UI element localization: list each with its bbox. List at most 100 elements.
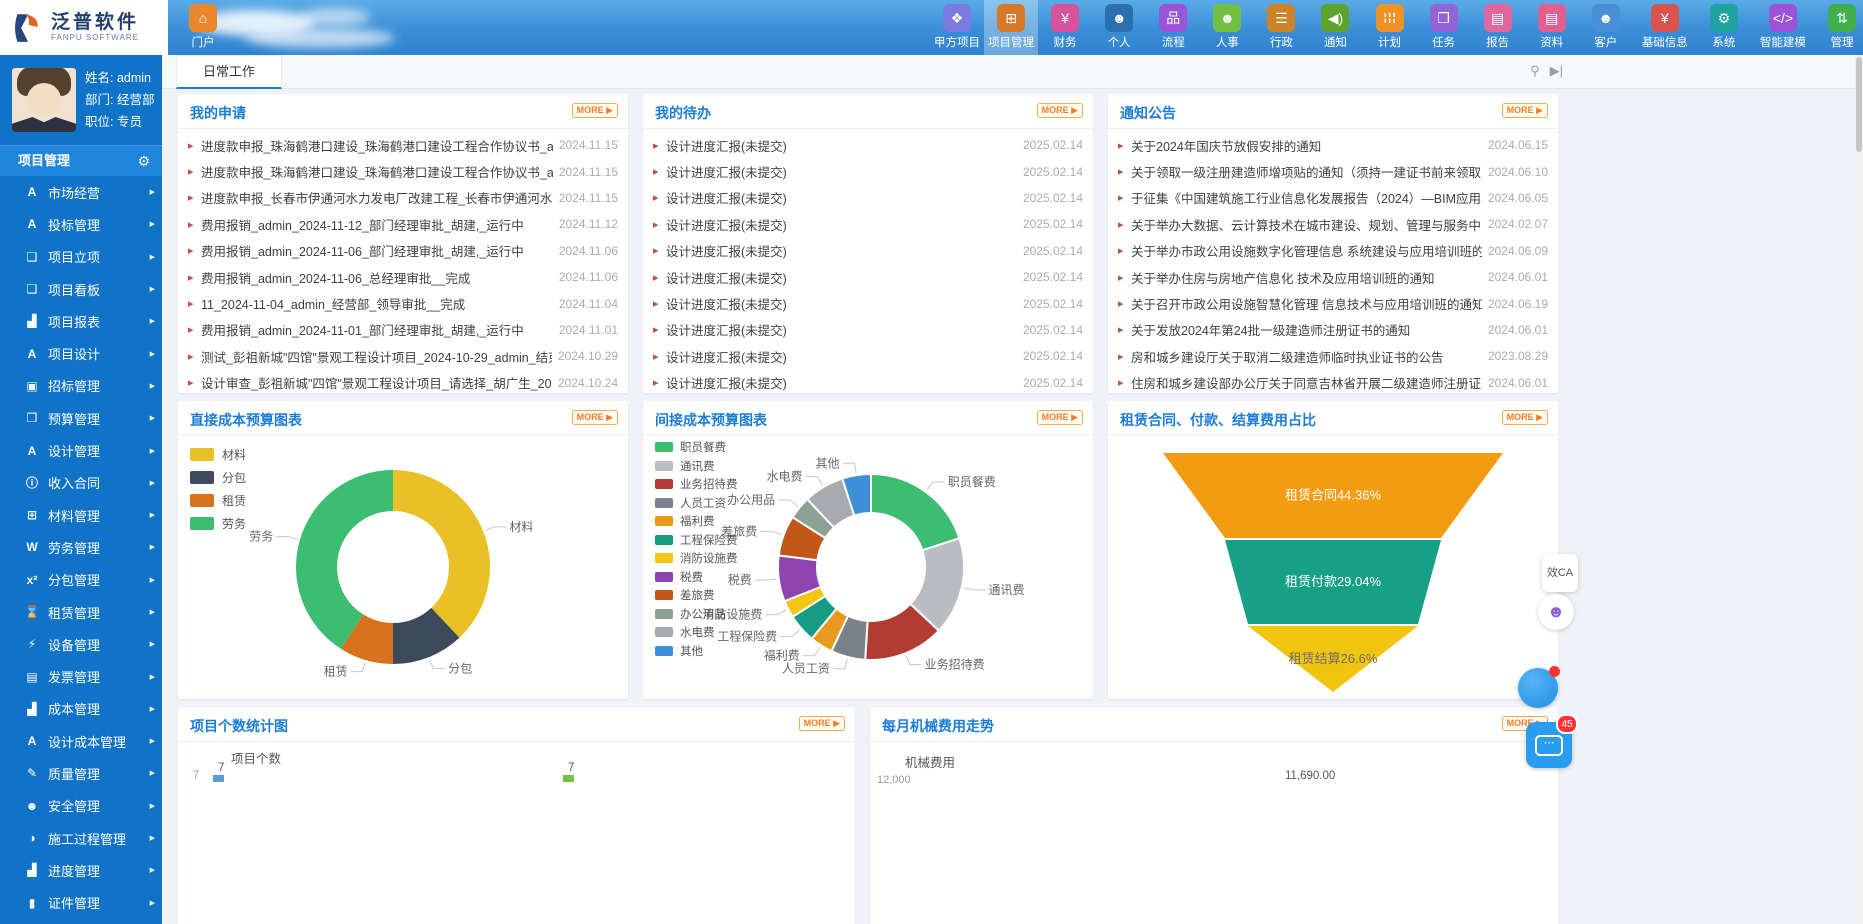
sidebar-item-bidding[interactable]: A投标管理▶ (0, 208, 162, 240)
todo-row[interactable]: ▸设计进度汇报(未提交)2025.02.14 (653, 343, 1083, 369)
topnav-item-management[interactable]: ⇅管理 (1815, 0, 1863, 55)
expand-icon[interactable]: ▶| (1550, 63, 1563, 79)
more-button[interactable]: MORE ▶ (1502, 103, 1548, 118)
legend-item[interactable]: 材料 (190, 443, 246, 466)
todo-row[interactable]: ▸设计进度汇报(未提交)2025.02.14 (653, 158, 1083, 184)
request-row[interactable]: ▸费用报销_admin_2024-11-12_部门经理审批_胡建,_运行中202… (188, 211, 618, 237)
todo-row[interactable]: ▸设计进度汇报(未提交)2025.02.14 (653, 211, 1083, 237)
more-button[interactable]: MORE ▶ (1037, 410, 1083, 425)
legend-item[interactable]: 差旅费 (655, 586, 738, 605)
more-button[interactable]: MORE ▶ (799, 716, 845, 731)
tab-daily-work[interactable]: 日常工作 (176, 55, 282, 89)
legend-item[interactable]: 人员工资 (655, 494, 738, 513)
notice-row[interactable]: ▸房和城乡建设厅关于取消二级建造师临时执业证书的公告2023.08.29 (1118, 343, 1548, 369)
sidebar-item-project-design[interactable]: A项目设计▶ (0, 337, 162, 369)
more-button[interactable]: MORE ▶ (572, 410, 618, 425)
topnav-item-report[interactable]: ▤报告 (1471, 0, 1525, 55)
notice-row[interactable]: ▸关于召开市政公用设施智慧化管理 信息技术与应用培训班的通知2024.06.19 (1118, 290, 1548, 316)
sidebar-item-invoice[interactable]: ▤发票管理▶ (0, 660, 162, 692)
notice-row[interactable]: ▸关于举办市政公用设施数字化管理信息 系统建设与应用培训班的通知2024.06.… (1118, 238, 1548, 264)
topnav-item-workflow[interactable]: 品流程 (1146, 0, 1200, 55)
sidebar-item-schedule-chart[interactable]: ▟进度管理▶ (0, 854, 162, 886)
request-row[interactable]: ▸设计审查_彭祖新城"四馆"景观工程设计项目_请选择_胡广生_2024-10-2… (188, 370, 618, 396)
sidebar-item-project-initiation[interactable]: ❑项目立项▶ (0, 241, 162, 273)
contact-widget[interactable] (1518, 668, 1558, 708)
sidebar-item-certificate-badge[interactable]: ▮证件管理▶ (0, 887, 162, 919)
more-button[interactable]: MORE ▶ (572, 103, 618, 118)
legend-item[interactable]: 其他 (655, 642, 738, 661)
topnav-item-project-management[interactable]: ⊞项目管理 (984, 0, 1038, 55)
scrollbar-thumb[interactable] (1856, 57, 1862, 152)
ca-widget[interactable]: 效CA (1542, 554, 1578, 592)
sidebar-item-subcontract[interactable]: x²分包管理▶ (0, 564, 162, 596)
sidebar-item-project-board[interactable]: ❑项目看板▶ (0, 273, 162, 305)
request-row[interactable]: ▸进度款申报_珠海鹤港口建设_珠海鹤港口建设工程合作协议书_admin_...2… (188, 132, 618, 158)
legend-item[interactable]: 消防设施费 (655, 549, 738, 568)
sidebar-item-budget[interactable]: ❒预算管理▶ (0, 402, 162, 434)
sidebar-item-tender[interactable]: ▣招标管理▶ (0, 370, 162, 402)
sidebar-item-materials-cart[interactable]: ⊞材料管理▶ (0, 499, 162, 531)
todo-row[interactable]: ▸设计进度汇报(未提交)2025.02.14 (653, 185, 1083, 211)
avatar[interactable] (12, 68, 76, 132)
sidebar-item-equipment-plug[interactable]: ⚡设备管理▶ (0, 628, 162, 660)
legend-item[interactable]: 办公用品 (655, 605, 738, 624)
topnav-item-documents[interactable]: ▤资料 (1525, 0, 1579, 55)
request-row[interactable]: ▸费用报销_admin_2024-11-06_部门经理审批_胡建,_运行中202… (188, 238, 618, 264)
topnav-item-system-gear[interactable]: ⚙系统 (1697, 0, 1751, 55)
topnav-item-hr[interactable]: ☻人事 (1200, 0, 1254, 55)
legend-item[interactable]: 水电费 (655, 623, 738, 642)
request-row[interactable]: ▸费用报销_admin_2024-11-06_总经理审批__完成2024.11.… (188, 264, 618, 290)
request-row[interactable]: ▸进度款申报_珠海鹤港口建设_珠海鹤港口建设工程合作协议书_admin_...2… (188, 158, 618, 184)
topnav-item-smart-modeling[interactable]: </>智能建模 (1751, 0, 1815, 55)
more-button[interactable]: MORE ▶ (1502, 410, 1548, 425)
more-button[interactable]: MORE ▶ (1037, 103, 1083, 118)
legend-item[interactable]: 劳务 (190, 512, 246, 535)
topnav-item-speaker[interactable]: ◀)通知 (1308, 0, 1362, 55)
sidebar-item-design-cost[interactable]: A设计成本管理▶ (0, 725, 162, 757)
topnav-item-customer[interactable]: ☻客户 (1579, 0, 1633, 55)
legend-item[interactable]: 税费 (655, 568, 738, 587)
legend-item[interactable]: 工程保险费 (655, 531, 738, 550)
sidebar-item-safety[interactable]: ☻安全管理▶ (0, 790, 162, 822)
notice-row[interactable]: ▸关于举办住房与房地产信息化 技术及应用培训班的通知2024.06.01 (1118, 264, 1548, 290)
notice-row[interactable]: ▸关于领取一级注册建造师增项贴的通知（须持一建证书前来领取）2024.06.10 (1118, 158, 1548, 184)
topnav-item-admin-affairs[interactable]: ☰行政 (1254, 0, 1308, 55)
todo-row[interactable]: ▸设计进度汇报(未提交)2025.02.14 (653, 132, 1083, 158)
sidebar-item-quality-pencil[interactable]: ✎质量管理▶ (0, 757, 162, 789)
topnav-item-client-projects[interactable]: ❖甲方项目 (930, 0, 984, 55)
notice-row[interactable]: ▸关于发放2024年第24批一级建造师注册证书的通知2024.06.01 (1118, 317, 1548, 343)
sidebar-item-cost-chart[interactable]: ▟成本管理▶ (0, 693, 162, 725)
notice-row[interactable]: ▸于征集《中国建筑施工行业信息化发展报告（2024）—BIM应用与发展》材料..… (1118, 185, 1548, 211)
notice-row[interactable]: ▸关于举办大数据、云计算技术在城市建设、规划、管理与服务中的应用培训班...20… (1118, 211, 1548, 237)
emoji-service-widget[interactable]: ☻ (1538, 594, 1574, 630)
legend-item[interactable]: 福利费 (655, 512, 738, 531)
settings-gear-icon[interactable]: ⚙ (137, 146, 150, 176)
request-row[interactable]: ▸11_2024-11-04_admin_经营部_领导审批__完成2024.11… (188, 290, 618, 316)
sidebar-item-construction-process[interactable]: ◑施工过程管理▶ (0, 822, 162, 854)
todo-row[interactable]: ▸设计进度汇报(未提交)2025.02.14 (653, 238, 1083, 264)
request-row[interactable]: ▸进度款申报_长春市伊通河水力发电厂改建工程_长春市伊通河水力发电...2024… (188, 185, 618, 211)
legend-item[interactable]: 分包 (190, 466, 246, 489)
sidebar-item-labor[interactable]: W劳务管理▶ (0, 531, 162, 563)
topnav-item-portal[interactable]: ⌂门户 (176, 0, 230, 55)
topnav-item-base-info[interactable]: ¥基础信息 (1633, 0, 1697, 55)
sidebar-item-income-contract[interactable]: ⓘ收入合同▶ (0, 467, 162, 499)
todo-row[interactable]: ▸设计进度汇报(未提交)2025.02.14 (653, 317, 1083, 343)
legend-item[interactable]: 租赁 (190, 489, 246, 512)
todo-row[interactable]: ▸设计进度汇报(未提交)2025.02.14 (653, 370, 1083, 396)
topnav-item-sliders[interactable]: ☷计划 (1363, 0, 1417, 55)
topnav-item-finance[interactable]: ¥财务 (1038, 0, 1092, 55)
legend-item[interactable]: 职员餐费 (655, 438, 738, 457)
message-widget[interactable]: ⋯ 45 (1526, 722, 1572, 768)
notice-row[interactable]: ▸关于2024年国庆节放假安排的通知2024.06.15 (1118, 132, 1548, 158)
request-row[interactable]: ▸费用报销_admin_2024-11-01_部门经理审批_胡建,_运行中202… (188, 317, 618, 343)
topnav-item-personal[interactable]: ☻个人 (1092, 0, 1146, 55)
sidebar-item-design[interactable]: A设计管理▶ (0, 434, 162, 466)
notice-row[interactable]: ▸住房和城乡建设部办公厅关于同意吉林省开展二级建造师注册证书电子化试点...20… (1118, 370, 1548, 396)
topnav-item-task[interactable]: ❒任务 (1417, 0, 1471, 55)
todo-row[interactable]: ▸设计进度汇报(未提交)2025.02.14 (653, 264, 1083, 290)
sidebar-item-project-report[interactable]: ▟项目报表▶ (0, 305, 162, 337)
sidebar-item-leasing-hourglass[interactable]: ⌛租赁管理▶ (0, 596, 162, 628)
legend-item[interactable]: 业务招待费 (655, 475, 738, 494)
sidebar-item-market[interactable]: A市场经营▶ (0, 176, 162, 208)
